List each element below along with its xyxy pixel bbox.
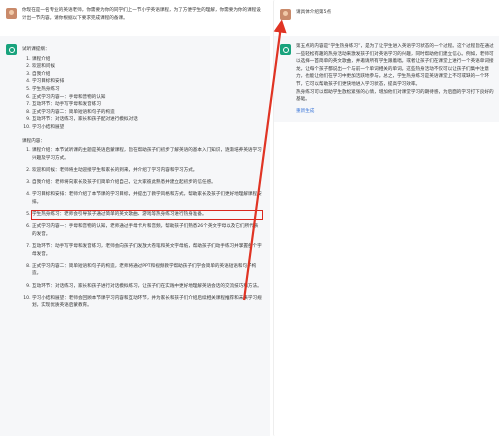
course-item: 欢迎和问候：老师将主动迎接学生和家长的到来，并介绍了学习内容和学习方式。 [32,167,262,175]
outline-item: 学生热身练习 [32,86,262,94]
outline-item: 课程介绍 [32,56,262,64]
assistant-avatar [6,44,17,55]
outline-item: 欢迎和问候 [32,63,262,71]
course-item: 正式学习内容一：手母和音物的认知，老师通过手母卡片和音频，帮助孩子们熟悉26个英… [32,223,262,238]
outline-item: 自我介绍 [32,71,262,79]
user-prompt: 你现在是一名专业的英语老师，你需要为你的同学们上一节小学英语课程，为了方便学生的… [22,8,261,21]
outline-item: 正式学习内容二：简单短语和句子的构造 [32,109,262,117]
answer-text: 第五点的内容是“学生热身练习”，是为了让学生进入英语学习状态的一个过程。这个过程… [296,44,494,87]
followup-prompt: 请具体介绍第5点 [296,10,332,15]
left-chat-panel: 你现在是一名专业的英语老师，你需要为你的同学们上一节小学英语课程，为了方便学生的… [0,0,270,436]
answer-extra: 热身练习可以帮助学生放松紧张的心情，增加他们对课堂学习的期待感，为后面的学习打下… [296,89,494,103]
course-item-highlighted: 学生热身练习：老师会引导孩子通过简单的英文歌曲、游戏等热身练习进行热身准备。 [31,210,263,220]
course-item: 互动环节：动手写字母和发音练习，老师会向孩子们发放大卷笔和英文字母纸，帮助孩子们… [32,243,262,258]
course-item: 互动环节：对话练习，家长和孩子进行对话模拟练习，让孩子们在实践中更好地理解英语会… [32,283,262,291]
outline-item: 学习目标和安排 [32,78,262,86]
bot-answer-content: 试听课提纲： 课程介绍 欢迎和问候 自我介绍 学习目标和安排 学生热身练习 正式… [22,43,263,315]
course-title: 课程内容： [22,138,45,144]
outline-item: 正式学习内容一：手母和普物的认知 [32,94,262,102]
course-list: 课程介绍：本节试听课的主题是英语启蒙课程，旨在帮助孩子们初步了解英语的基本入门知… [22,147,263,310]
outline-title: 试听课提纲： [22,47,50,52]
followup-answer: 第五点的内容是“学生热身练习”，是为了让学生进入英语学习状态的一个过程。这个过程… [296,43,494,115]
regenerate-link[interactable]: 重新生成 [296,108,494,116]
outline-item: 互动环节：对话练习，家长和孩子配对进行模拟对话 [32,116,262,124]
assistant-avatar [280,44,291,55]
user-avatar [280,9,291,20]
outline-item: 互动环节：动手写字母和发音练习 [32,101,262,109]
outline-item: 学习小结和展望 [32,124,262,132]
course-item: 自我介绍：老师将向家长及孩子们简单介绍自己，让大家彼此熟悉并建立起初步的信任感。 [32,179,262,187]
course-item: 课程介绍：本节试听课的主题是英语启蒙课程，旨在帮助孩子们初步了解英语的基本入门知… [32,147,262,162]
outline-list: 课程介绍 欢迎和问候 自我介绍 学习目标和安排 学生热身练习 正式学习内容一：手… [22,56,262,132]
course-item: 学习小结和展望：老师会回顾本节课学习内容和互动环节，并为家长和孩子们介绍后续相关… [32,295,262,310]
course-item: 学习目标和安排：老师介绍了本节课的学习目标，并提出了教学风格和方式，帮助家长及孩… [32,191,262,206]
course-item: 正式学习内容二：简单短语和句子的构造，老师将通过PPT和视频教学帮助孩子们学会简… [32,263,262,278]
right-chat-panel: 请具体介绍第5点 第五点的内容是“学生热身练习”，是为了让学生进入英语学习状态的… [273,0,499,436]
user-avatar [6,8,17,19]
